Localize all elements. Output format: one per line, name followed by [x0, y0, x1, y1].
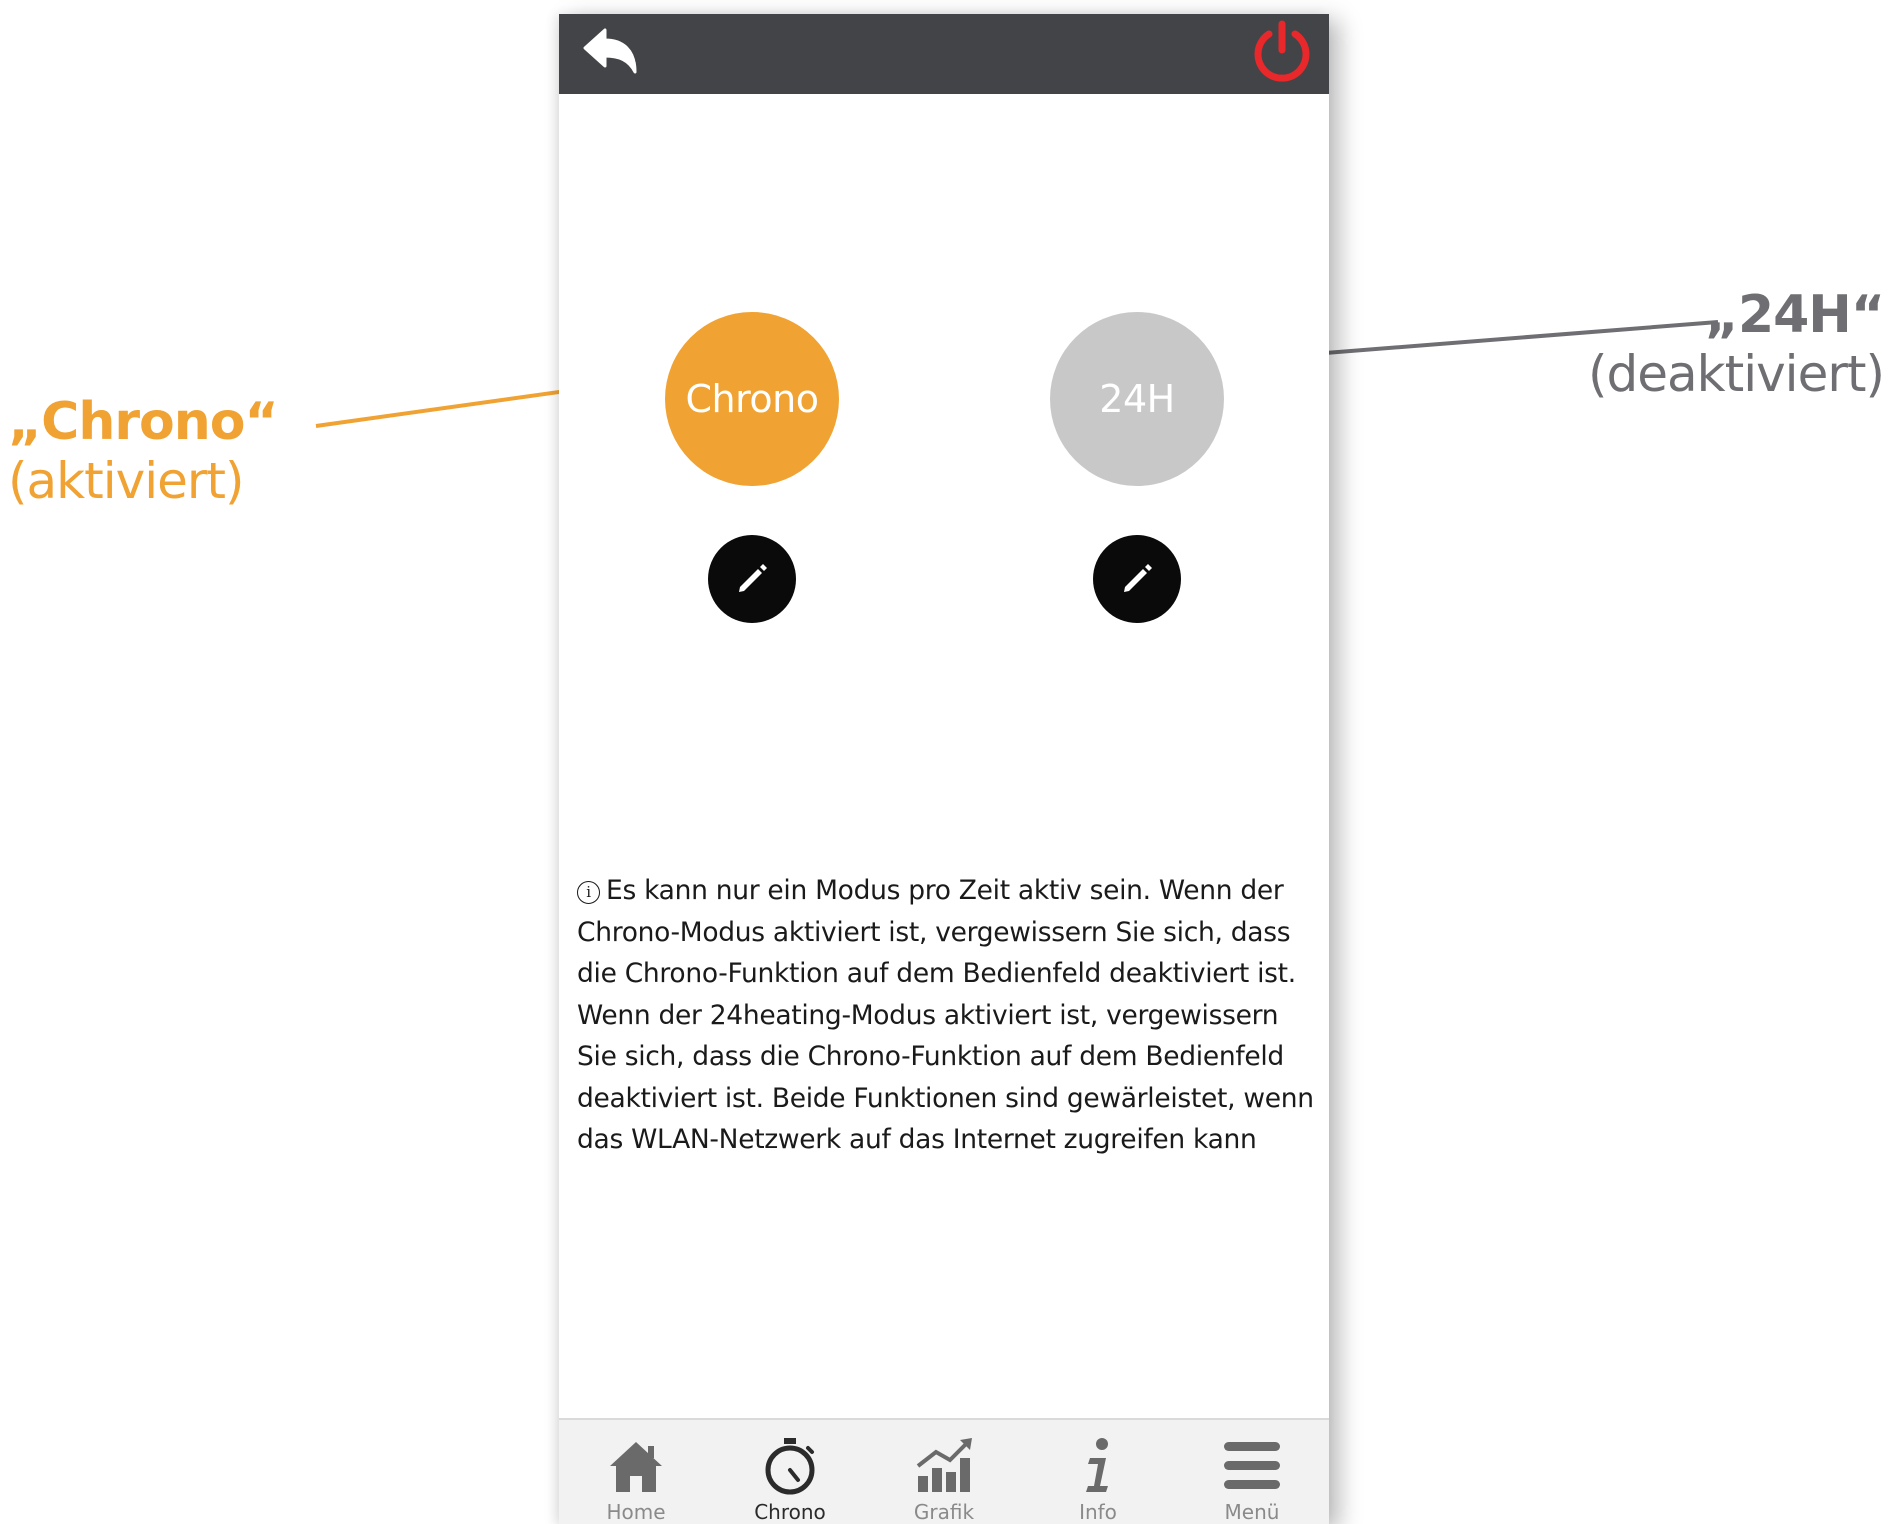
power-button[interactable] — [1249, 18, 1315, 84]
chrono-mode-label: Chrono — [685, 377, 820, 421]
nav-menu-label: Menü — [1224, 1500, 1280, 1524]
mode-info-text: i Es kann nur ein Modus pro Zeit aktiv se… — [577, 870, 1317, 1161]
nav-grafik[interactable]: Grafik — [867, 1420, 1021, 1524]
pencil-icon — [739, 564, 767, 592]
callout-24h-title: „24H“ — [1704, 285, 1885, 345]
callout-chrono-subtitle: (aktiviert) — [8, 452, 245, 510]
nav-menu[interactable]: Menü — [1175, 1420, 1329, 1524]
app-screen: Chrono 24H i Es kann nur ein Modus pro Ze… — [559, 14, 1329, 1524]
info-circle-icon: i — [577, 881, 600, 904]
home-icon — [610, 1442, 662, 1492]
stopwatch-icon — [765, 1438, 815, 1495]
nav-grafik-label: Grafik — [913, 1500, 975, 1524]
chart-icon — [916, 1438, 972, 1492]
chrono-mode-button[interactable]: Chrono — [665, 312, 839, 486]
callout-chrono-title: „Chrono“ — [8, 392, 279, 452]
callout-chrono: „Chrono“ (aktiviert) — [8, 392, 279, 510]
edit-24h-button[interactable] — [1093, 535, 1181, 623]
menu-icon — [1224, 1442, 1280, 1489]
nav-info[interactable]: Info — [1021, 1420, 1175, 1524]
callout-24h-subtitle: (deaktiviert) — [1587, 345, 1885, 403]
nav-home[interactable]: Home — [559, 1420, 713, 1524]
nav-chrono[interactable]: Chrono — [713, 1420, 867, 1524]
pencil-icon — [1124, 564, 1152, 592]
nav-info-label: Info — [1079, 1500, 1117, 1524]
power-icon — [1254, 20, 1310, 82]
24h-mode-button[interactable]: 24H — [1050, 312, 1224, 486]
back-arrow-icon — [583, 28, 637, 74]
bottom-navigation: Home Chrono Grafik Info Menü — [559, 1418, 1329, 1524]
callout-24h: „24H“ (deaktiviert) — [1587, 285, 1885, 403]
nav-home-label: Home — [606, 1500, 666, 1524]
edit-chrono-button[interactable] — [708, 535, 796, 623]
24h-mode-label: 24H — [1099, 377, 1175, 421]
nav-chrono-label: Chrono — [754, 1500, 826, 1524]
back-button[interactable] — [579, 26, 643, 80]
top-bar — [559, 14, 1329, 94]
mode-info-paragraph: Es kann nur ein Modus pro Zeit aktiv sei… — [577, 875, 1314, 1155]
info-icon — [1086, 1438, 1108, 1492]
